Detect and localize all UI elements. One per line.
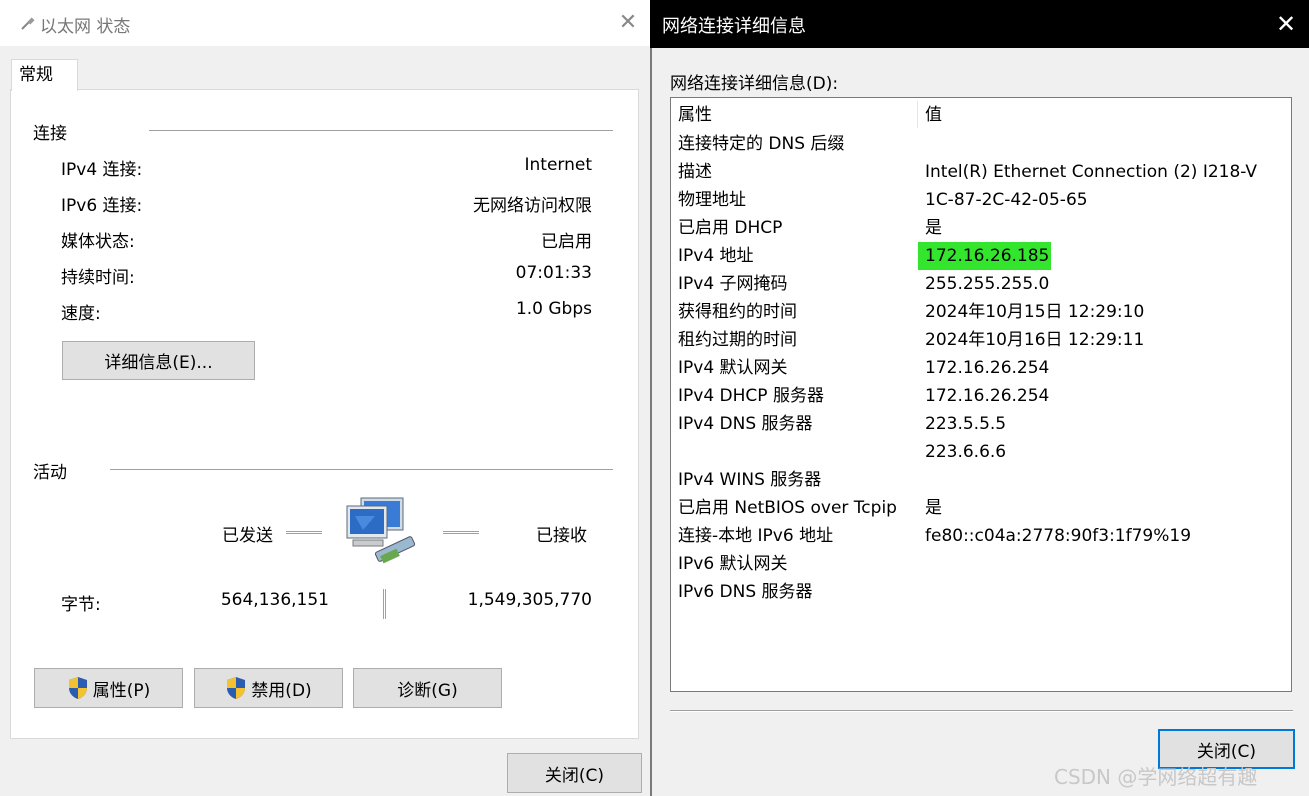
tab-general[interactable]: 常规 (11, 59, 78, 91)
details-property: IPv4 地址 (678, 246, 754, 266)
details-value: 172.16.26.254 (925, 386, 1050, 406)
details-close-icon[interactable]: ✕ (1268, 8, 1304, 40)
admin-shield-icon (227, 677, 246, 699)
details-value: 223.5.5.5 (925, 414, 1007, 434)
details-title: 网络连接详细信息 (662, 16, 806, 37)
received-activity-line (443, 531, 479, 534)
details-value: Intel(R) Ethernet Connection (2) I218-V (925, 162, 1258, 182)
details-list-label: 网络连接详细信息(D): (670, 74, 839, 94)
left-close-button[interactable]: 关闭(C) (507, 753, 642, 793)
activity-group-title: 活动 (33, 463, 67, 483)
column-header-value[interactable]: 值 (925, 101, 942, 129)
bytes-divider (383, 589, 386, 619)
disable-button-label: 禁用(D) (251, 680, 312, 701)
general-tab-panel (10, 89, 639, 739)
diagnose-button[interactable]: 诊断(G) (353, 668, 502, 708)
ethernet-status-title: 以太网 状态 (40, 17, 131, 37)
media-state-value: 已启用 (541, 232, 592, 252)
details-close-button-label: 关闭(C) (1196, 741, 1257, 762)
details-property: 租约过期的时间 (678, 330, 797, 350)
details-button[interactable]: 详细信息(E)... (62, 341, 255, 380)
network-cable-icon (21, 17, 35, 30)
details-property: 描述 (678, 162, 712, 182)
csdn-watermark: CSDN @学网络超有趣 (1054, 765, 1258, 789)
column-header-divider (917, 101, 918, 128)
speed-value: 1.0 Gbps (515, 299, 592, 319)
details-property: IPv6 DNS 服务器 (678, 582, 813, 602)
properties-button[interactable]: 属性(P) (34, 668, 183, 708)
diagnose-button-label: 诊断(G) (397, 680, 458, 701)
details-property: 已启用 NetBIOS over Tcpip (678, 498, 897, 518)
speed-label: 速度: (61, 304, 101, 324)
details-property: IPv6 默认网关 (678, 554, 788, 574)
bytes-label: 字节: (61, 595, 101, 615)
ipv4-address-value-highlighted: 172.16.26.185 (918, 242, 1052, 270)
network-computers-icon (346, 497, 416, 564)
details-footer-divider (670, 710, 1293, 712)
admin-shield-icon (68, 677, 87, 699)
details-property: 获得租约的时间 (678, 302, 797, 322)
details-value: 255.255.255.0 (925, 274, 1050, 294)
details-value: 1C-87-2C-42-05-65 (925, 190, 1088, 210)
details-property: IPv4 DHCP 服务器 (678, 386, 824, 406)
duration-label: 持续时间: (61, 268, 135, 288)
details-property: 连接-本地 IPv6 地址 (678, 526, 834, 546)
details-property: 连接特定的 DNS 后缀 (678, 134, 845, 154)
details-property: IPv4 默认网关 (678, 358, 788, 378)
details-value: 是 (925, 218, 942, 238)
ipv4-connectivity-label: IPv4 连接: (61, 160, 143, 180)
ipv6-connectivity-label: IPv6 连接: (61, 196, 143, 216)
details-property: IPv4 DNS 服务器 (678, 414, 813, 434)
left-close-button-label: 关闭(C) (544, 765, 605, 786)
details-property: IPv4 WINS 服务器 (678, 470, 822, 490)
disable-button[interactable]: 禁用(D) (194, 668, 343, 708)
ipv4-connectivity-value: Internet (524, 155, 592, 175)
details-button-label: 详细信息(E)... (104, 353, 213, 373)
details-property: IPv4 子网掩码 (678, 274, 788, 294)
activity-group-divider (110, 469, 613, 470)
column-header-property[interactable]: 属性 (678, 101, 712, 129)
details-value: 2024年10月16日 12:29:11 (925, 330, 1145, 350)
details-value: 172.16.26.254 (925, 358, 1050, 378)
bytes-sent-value: 564,136,151 (220, 590, 329, 610)
ethernet-status-close-icon[interactable]: ✕ (612, 8, 644, 38)
connection-group-divider (149, 130, 613, 131)
ipv6-connectivity-value: 无网络访问权限 (473, 196, 592, 216)
properties-button-label: 属性(P) (92, 680, 151, 701)
media-state-label: 媒体状态: (61, 232, 135, 252)
details-value: 223.6.6.6 (925, 442, 1007, 462)
sent-label: 已发送 (222, 526, 273, 546)
connection-group-title: 连接 (33, 124, 67, 144)
duration-value: 07:01:33 (515, 263, 592, 283)
bytes-received-value: 1,549,305,770 (467, 590, 592, 610)
details-value: 是 (925, 498, 942, 518)
details-value: fe80::c04a:2778:90f3:1f79%19 (925, 526, 1192, 546)
details-value: 2024年10月15日 12:29:10 (925, 302, 1145, 322)
details-property: 已启用 DHCP (678, 218, 783, 238)
received-label: 已接收 (536, 526, 587, 546)
sent-activity-line (286, 531, 322, 534)
details-property: 物理地址 (678, 190, 746, 210)
